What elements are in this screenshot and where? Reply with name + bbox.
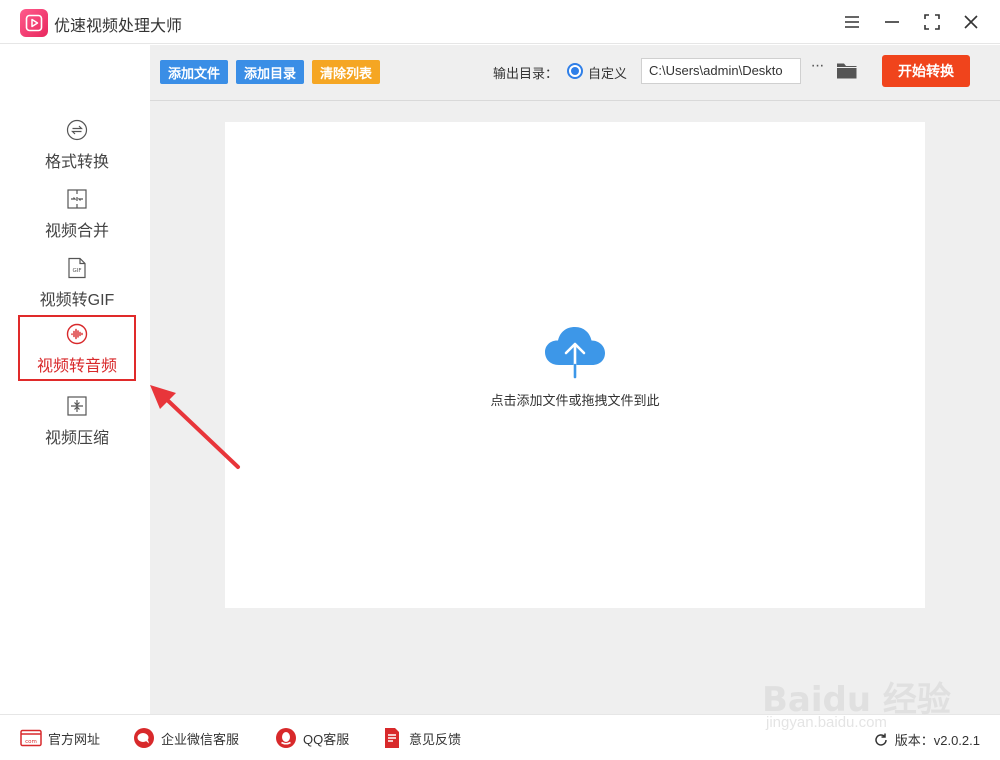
watermark: Baidu 经验 jingyan.baidu.com — [762, 650, 962, 740]
add-file-button[interactable]: 添加文件 — [160, 60, 229, 84]
cloud-upload-icon — [545, 327, 605, 379]
website-icon: com — [20, 727, 42, 749]
toolbar: 添加文件 添加目录 清除列表 输出目录： 自定义 C:\Users\admin\… — [150, 45, 1000, 101]
open-folder-icon[interactable] — [836, 60, 858, 80]
sidebar-item-format-convert[interactable]: 格式转换 — [18, 113, 136, 179]
sidebar-item-video-compress[interactable]: 视频压缩 — [18, 389, 136, 455]
wechat-icon — [133, 727, 155, 749]
feedback-link[interactable]: 意见反馈 — [381, 727, 461, 749]
title-bar: 优速视频处理大师 — [0, 0, 1000, 44]
main-panel: 添加文件 添加目录 清除列表 输出目录： 自定义 C:\Users\admin\… — [150, 45, 1000, 714]
sidebar-item-label: 视频合并 — [44, 223, 109, 240]
menu-icon[interactable] — [840, 10, 864, 34]
close-icon[interactable] — [959, 10, 983, 34]
file-drop-zone[interactable]: 点击添加文件或拖拽文件到此 — [225, 122, 925, 608]
add-folder-button[interactable]: 添加目录 — [236, 60, 305, 84]
clear-list-button[interactable]: 清除列表 — [312, 60, 381, 84]
drop-hint-text: 点击添加文件或拖拽文件到此 — [490, 393, 660, 408]
footer-link-label: 意见反馈 — [409, 731, 462, 747]
footer-link-label: 企业微信客服 — [161, 731, 240, 747]
official-website-link[interactable]: com 官方网址 — [20, 727, 100, 749]
footer-link-label: 官方网址 — [48, 731, 101, 747]
qq-icon — [275, 727, 297, 749]
watermark-url: jingyan.baidu.com — [766, 714, 887, 731]
sidebar-item-label: 格式转换 — [44, 154, 109, 171]
format-convert-icon — [66, 119, 88, 141]
feedback-icon — [381, 727, 403, 749]
gif-icon: GIF — [66, 257, 88, 279]
sidebar-item-video-merge[interactable]: 视频合并 — [18, 182, 136, 248]
more-options-button[interactable]: ··· — [807, 57, 827, 81]
audio-wave-icon — [66, 323, 88, 345]
sidebar-item-video-to-gif[interactable]: GIF 视频转GIF — [18, 251, 136, 317]
start-convert-button[interactable]: 开始转换 — [882, 55, 970, 87]
sidebar-item-video-to-audio[interactable]: 视频转音频 — [18, 315, 136, 381]
annotation-arrow-icon — [150, 385, 240, 469]
output-path-field[interactable]: C:\Users\admin\Deskto — [641, 58, 801, 84]
svg-text:GIF: GIF — [72, 268, 81, 274]
sidebar: 格式转换 视频合并 GIF 视频转GIF 视频转音频 视频压缩 — [0, 45, 150, 714]
app-title: 优速视频处理大师 — [54, 18, 183, 35]
output-dir-label: 输出目录： — [493, 66, 559, 81]
sidebar-item-label: 视频转音频 — [36, 358, 117, 375]
qq-service-link[interactable]: QQ客服 — [275, 727, 349, 749]
custom-radio-label[interactable]: 自定义 — [588, 63, 627, 82]
compress-icon — [66, 395, 88, 417]
wechat-service-link[interactable]: 企业微信客服 — [133, 727, 239, 749]
sidebar-item-label: 视频压缩 — [44, 430, 109, 447]
app-logo-icon — [20, 9, 48, 37]
footer-link-label: QQ客服 — [303, 731, 350, 747]
svg-text:com: com — [25, 739, 37, 745]
minimize-icon[interactable] — [880, 10, 904, 34]
custom-radio[interactable] — [567, 63, 583, 79]
maximize-icon[interactable] — [920, 10, 944, 34]
video-merge-icon — [66, 188, 88, 210]
sidebar-item-label: 视频转GIF — [39, 292, 115, 309]
